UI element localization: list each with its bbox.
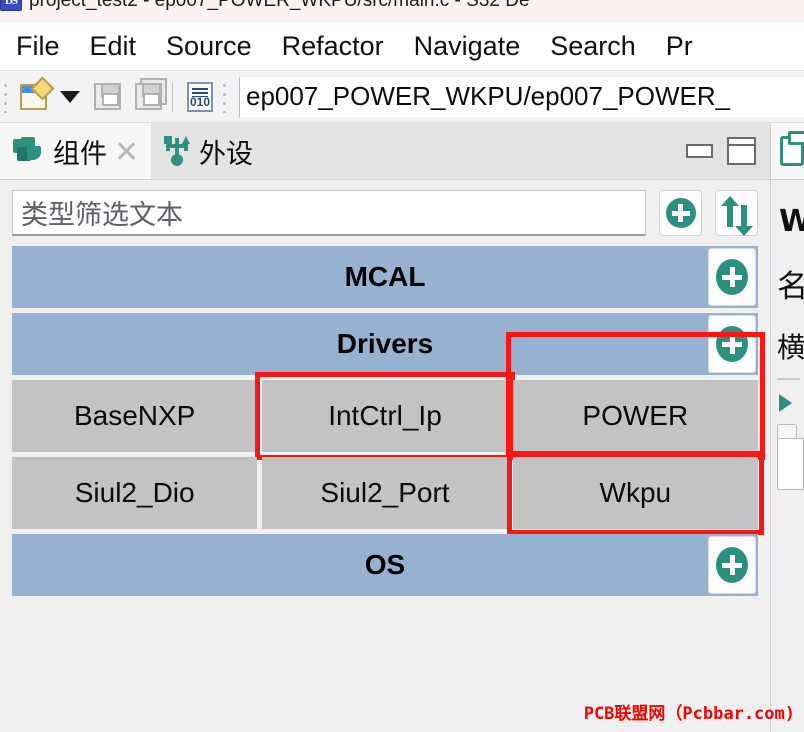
tab-peripherals-label: 外设 <box>199 138 253 170</box>
tab-peripherals[interactable]: 外设 <box>151 123 266 179</box>
toolbar-grip-2[interactable] <box>222 80 228 113</box>
tab-components[interactable]: 组件 <box>0 123 151 179</box>
component-label: IntCtrl_Ip <box>328 400 442 431</box>
minimize-icon[interactable] <box>686 144 713 158</box>
component-cell-wkpu[interactable]: Wkpu <box>506 451 765 535</box>
component-label: Siul2_Port <box>320 477 450 508</box>
toolbar-grip[interactable] <box>3 80 9 113</box>
right-panel-tab-bar[interactable] <box>771 123 804 180</box>
binary-icon-label: 010 <box>189 94 211 109</box>
save-all-button[interactable] <box>126 77 164 117</box>
component-cell-siul2-dio[interactable]: Siul2_Dio <box>12 457 258 529</box>
category-row-drivers[interactable]: Drivers <box>12 313 758 375</box>
filter-input[interactable]: 类型筛选文本 <box>12 190 646 236</box>
plus-circle-icon <box>665 198 696 228</box>
right-panel-body: W 名 横 <box>771 180 804 490</box>
right-panel-divider <box>777 378 800 380</box>
plus-circle-icon <box>716 326 748 362</box>
menu-item-navigate[interactable]: Navigate <box>414 31 521 62</box>
component-row: Siul2_Dio Siul2_Port Wkpu <box>12 451 765 535</box>
menu-item-refactor[interactable]: Refactor <box>282 31 384 62</box>
tab-bar-spacer <box>266 123 686 179</box>
right-side-panel: W 名 横 <box>770 123 804 732</box>
plus-circle-icon <box>716 259 748 295</box>
window-title: project_test2 - ep007_POWER_WKPU/src/mai… <box>29 0 530 11</box>
component-tree: MCAL Drivers BaseNXP IntCtrl_Ip POWER Si… <box>0 244 770 596</box>
binary-icon-lines <box>192 87 208 97</box>
component-cell-siul2-port[interactable]: Siul2_Port <box>262 457 508 529</box>
application-window: DS project_test2 - ep007_POWER_WKPU/src/… <box>0 0 804 732</box>
toolbar-separator <box>172 81 173 112</box>
filter-input-placeholder: 类型筛选文本 <box>21 200 183 231</box>
view-window-buttons <box>686 123 770 179</box>
right-panel-line-1: 名 <box>777 261 804 306</box>
component-cell-basenxp[interactable]: BaseNXP <box>12 380 258 452</box>
maximize-icon[interactable] <box>727 137 756 165</box>
category-label: MCAL <box>344 261 426 292</box>
component-label: POWER <box>582 400 689 431</box>
category-add-button-mcal[interactable] <box>708 248 756 306</box>
menu-item-project[interactable]: Pr <box>666 31 693 62</box>
component-row: BaseNXP IntCtrl_Ip POWER <box>12 332 766 460</box>
component-label: Wkpu <box>599 477 672 508</box>
category-add-button-os[interactable] <box>708 536 756 594</box>
address-field[interactable]: ep007_POWER_WKPU/ep007_POWER_ <box>239 76 804 117</box>
chevron-right-icon[interactable] <box>779 394 792 412</box>
address-field-value: ep007_POWER_WKPU/ep007_POWER_ <box>246 81 731 111</box>
component-cell-power[interactable]: POWER <box>505 332 766 460</box>
clipboard-icon <box>780 131 804 166</box>
binary-file-icon: 010 <box>187 81 213 112</box>
sort-components-button[interactable] <box>715 190 758 236</box>
component-grid: BaseNXP IntCtrl_Ip POWER Siul2_Dio Siul2… <box>12 332 766 535</box>
menu-item-source[interactable]: Source <box>166 31 252 62</box>
save-icon <box>93 83 121 110</box>
menu-item-edit[interactable]: Edit <box>90 31 137 62</box>
components-icon <box>13 137 44 165</box>
save-button[interactable] <box>88 77 126 117</box>
menu-item-search[interactable]: Search <box>550 31 636 62</box>
watermark: PCB联盟网（Pcbbar.com) <box>583 704 795 724</box>
right-panel-field[interactable] <box>777 438 804 490</box>
tab-components-label: 组件 <box>53 138 107 170</box>
component-label: BaseNXP <box>73 400 196 431</box>
save-all-icon <box>134 83 162 110</box>
category-row-mcal[interactable]: MCAL <box>12 246 758 308</box>
filter-row: 类型筛选文本 <box>0 180 770 244</box>
right-panel-tab-stub[interactable] <box>777 424 797 438</box>
new-file-icon <box>19 83 47 110</box>
right-panel-line-2: 横 <box>777 331 804 364</box>
title-bar: DS project_test2 - ep007_POWER_WKPU/src/… <box>0 0 804 22</box>
view-tab-bar: 组件 外设 <box>0 123 770 180</box>
plus-circle-icon <box>716 547 748 583</box>
chevron-down-icon[interactable] <box>60 90 80 103</box>
components-panel: 类型筛选文本 MCAL Drivers BaseNXP IntCtrl_Ip P… <box>0 180 770 732</box>
category-label: OS <box>364 549 406 580</box>
main-toolbar: 010 ep007_POWER_WKPU/ep007_POWER_ <box>0 71 804 123</box>
add-component-button[interactable] <box>659 190 702 236</box>
category-add-button-drivers[interactable] <box>708 315 756 373</box>
category-label: Drivers <box>336 328 434 359</box>
menu-bar: File Edit Source Refactor Navigate Searc… <box>0 22 804 71</box>
binary-file-button[interactable]: 010 <box>181 77 219 117</box>
sort-arrows-icon <box>720 196 753 236</box>
component-label: Siul2_Dio <box>74 477 195 508</box>
component-cell-intctrl-ip[interactable]: IntCtrl_Ip <box>255 372 515 460</box>
menu-item-file[interactable]: File <box>16 31 60 62</box>
right-panel-title: W <box>779 204 804 239</box>
close-icon[interactable] <box>116 140 138 162</box>
s32-design-studio-icon: DS <box>0 0 22 11</box>
new-file-button[interactable] <box>14 77 52 117</box>
category-row-os[interactable]: OS <box>12 534 758 596</box>
usb-peripheral-icon <box>164 136 190 166</box>
